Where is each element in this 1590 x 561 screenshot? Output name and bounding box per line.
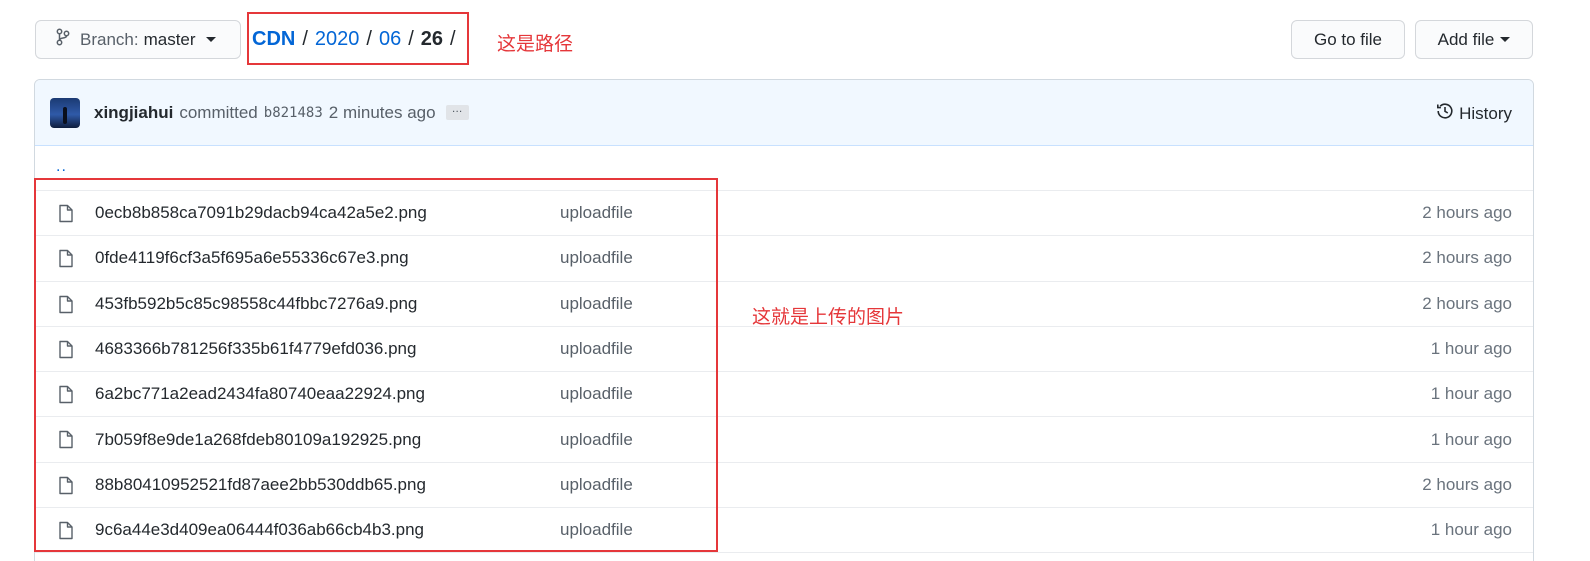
branch-select-button[interactable]: Branch: master xyxy=(35,20,241,59)
parent-directory-row[interactable]: .. xyxy=(35,146,1533,191)
go-to-file-label: Go to file xyxy=(1313,29,1383,49)
commit-message-link[interactable]: uploadfile xyxy=(560,203,633,223)
add-file-label: Add file xyxy=(1437,29,1495,49)
breadcrumb-item-2020[interactable]: 2020 xyxy=(315,28,360,51)
file-age: 1 hour ago xyxy=(1430,384,1512,404)
breadcrumb-item-current: 26 xyxy=(420,28,444,50)
commit-expand-button[interactable]: … xyxy=(445,104,469,120)
commit-message-link[interactable]: uploadfile xyxy=(560,248,633,268)
file-icon xyxy=(58,476,74,500)
file-icon xyxy=(58,385,74,409)
commit-message-link[interactable]: uploadfile xyxy=(560,475,633,495)
file-name-link[interactable]: 9c6a44e3d409ea06444f036ab66cb4b3.png xyxy=(95,520,424,540)
breadcrumb-separator: / xyxy=(302,28,308,50)
commit-message-link[interactable]: uploadfile xyxy=(560,430,633,450)
file-list: 0ecb8b858ca7091b29dacb94ca42a5e2.png uplo… xyxy=(35,191,1533,554)
files-annotation-text: 这就是上传的图片 xyxy=(752,306,905,328)
breadcrumb-item-06[interactable]: 06 xyxy=(379,28,401,51)
branch-value: master xyxy=(143,29,196,49)
commit-time: 2 minutes ago xyxy=(328,102,436,122)
commit-message-link[interactable]: uploadfile xyxy=(560,384,633,404)
latest-commit-bar: xingjiahui committed b821483 2 minutes a… xyxy=(35,80,1533,146)
file-row[interactable]: 0fde4119f6cf3a5f695a6e55336c67e3.png uplo… xyxy=(35,236,1533,282)
file-row[interactable]: 7b059f8e9de1a268fdeb80109a192925.png uplo… xyxy=(35,417,1533,463)
file-name-link[interactable]: 453fb592b5c85c98558c44fbbc7276a9.png xyxy=(95,294,417,314)
file-age: 2 hours ago xyxy=(1422,248,1512,268)
file-age: 2 hours ago xyxy=(1422,203,1512,223)
file-icon xyxy=(58,521,74,545)
chevron-down-icon xyxy=(205,37,216,42)
file-icon xyxy=(58,295,74,319)
file-name-link[interactable]: 6a2bc771a2ead2434fa80740eaa22924.png xyxy=(95,384,425,404)
history-link[interactable]: History xyxy=(1436,102,1512,125)
file-name-link[interactable]: 0fde4119f6cf3a5f695a6e55336c67e3.png xyxy=(95,248,409,268)
file-name-link[interactable]: 0ecb8b858ca7091b29dacb94ca42a5e2.png xyxy=(95,203,427,223)
file-icon xyxy=(58,430,74,454)
history-label: History xyxy=(1459,103,1512,123)
chevron-down-icon xyxy=(1500,37,1511,42)
breadcrumb-separator: / xyxy=(366,28,372,50)
avatar[interactable] xyxy=(50,97,80,128)
commit-verb: committed xyxy=(179,102,258,122)
file-row[interactable]: 88b80410952521fd87aee2bb530ddb65.png uplo… xyxy=(35,463,1533,509)
breadcrumb-item-cdn[interactable]: CDN xyxy=(252,28,295,51)
file-age: 2 hours ago xyxy=(1422,293,1512,313)
file-age: 1 hour ago xyxy=(1430,520,1512,540)
file-name-link[interactable]: 7b059f8e9de1a268fdeb80109a192925.png xyxy=(95,430,421,450)
file-icon xyxy=(58,204,74,228)
breadcrumb: CDN / 2020 / 06 / 26 / xyxy=(252,28,463,51)
file-age: 1 hour ago xyxy=(1430,339,1512,359)
branch-label: Branch: xyxy=(80,29,139,49)
file-age: 2 hours ago xyxy=(1422,474,1512,494)
add-file-button[interactable]: Add file xyxy=(1415,20,1533,59)
file-row[interactable]: 0ecb8b858ca7091b29dacb94ca42a5e2.png uplo… xyxy=(35,191,1533,237)
file-name-link[interactable]: 4683366b781256f335b61f4779efd036.png xyxy=(95,339,416,359)
file-age: 1 hour ago xyxy=(1430,429,1512,449)
file-icon xyxy=(58,249,74,273)
git-branch-icon xyxy=(56,28,70,51)
parent-directory-link[interactable]: .. xyxy=(56,158,67,176)
file-row[interactable]: 4683366b781256f335b61f4779efd036.png uplo… xyxy=(35,327,1533,373)
path-annotation-text: 这是路径 xyxy=(497,33,574,55)
breadcrumb-separator: / xyxy=(450,28,456,50)
history-icon xyxy=(1436,102,1459,125)
commit-author[interactable]: xingjiahui xyxy=(94,103,173,123)
file-row[interactable]: 6a2bc771a2ead2434fa80740eaa22924.png uplo… xyxy=(35,372,1533,418)
commit-message-link[interactable]: uploadfile xyxy=(560,520,633,540)
file-row[interactable]: 9c6a44e3d409ea06444f036ab66cb4b3.png uplo… xyxy=(35,508,1533,554)
go-to-file-button[interactable]: Go to file xyxy=(1291,20,1405,59)
breadcrumb-separator: / xyxy=(408,28,414,50)
file-icon xyxy=(58,340,74,364)
commit-sha[interactable]: b821483 xyxy=(264,105,323,121)
commit-message-link[interactable]: uploadfile xyxy=(560,339,633,359)
file-name-link[interactable]: 88b80410952521fd87aee2bb530ddb65.png xyxy=(95,475,426,495)
commit-message-link[interactable]: uploadfile xyxy=(560,294,633,314)
